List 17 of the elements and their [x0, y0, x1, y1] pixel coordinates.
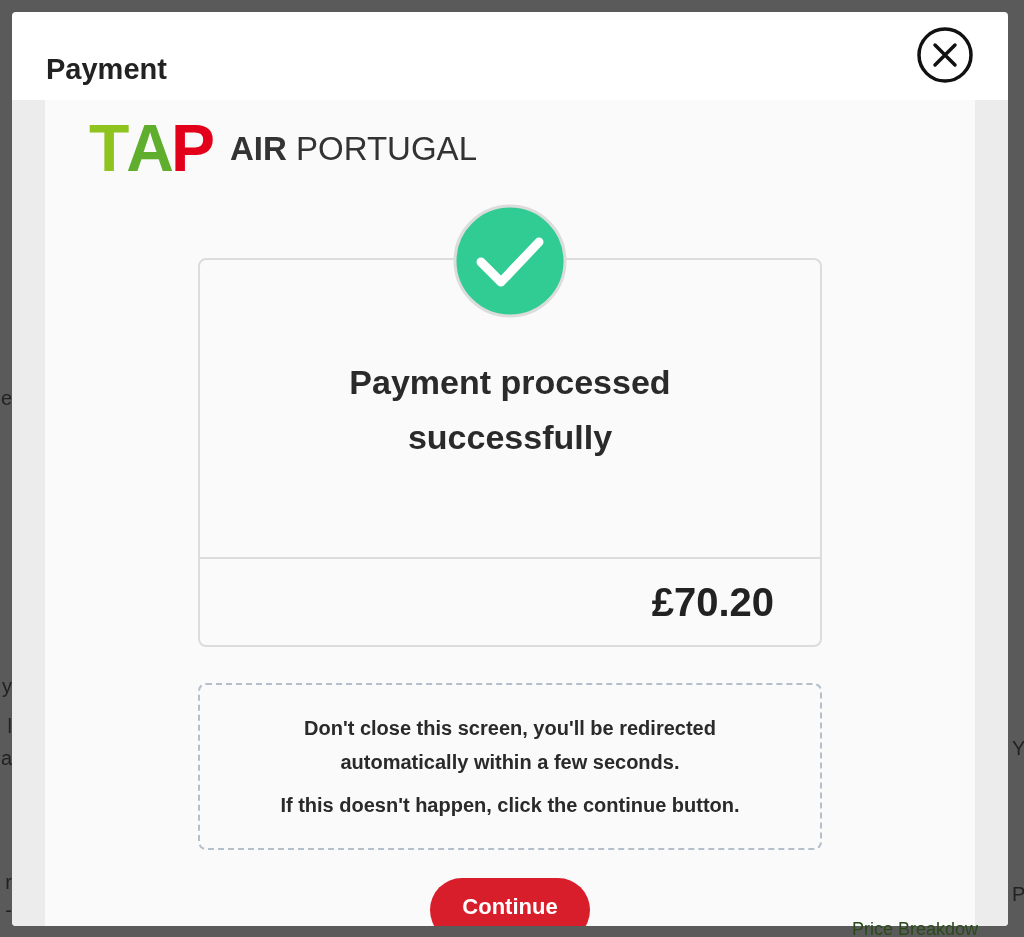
close-button[interactable] [916, 26, 974, 84]
notice-text: If this doesn't happen, click the continue button. [280, 793, 740, 818]
amount: £70.20 [651, 579, 774, 626]
background-text: P [1012, 884, 1024, 904]
success-message: Payment processed successfully [348, 362, 672, 458]
background-text: y [2, 676, 12, 696]
background-text: a [0, 748, 12, 768]
modal-title: Payment [46, 52, 167, 88]
background-text: e [0, 388, 12, 408]
background-text: l [7, 716, 12, 736]
notice-text: Don't close this screen, you'll be redirected automatically within a few seconds. [303, 716, 717, 775]
close-icon [916, 26, 974, 84]
background-text: r [5, 872, 12, 892]
tap-logo: TAP [89, 118, 214, 178]
brand-name: AIR PORTUGAL [230, 131, 477, 165]
continue-button[interactable]: Continue [430, 878, 590, 926]
background-text: - [5, 900, 12, 920]
